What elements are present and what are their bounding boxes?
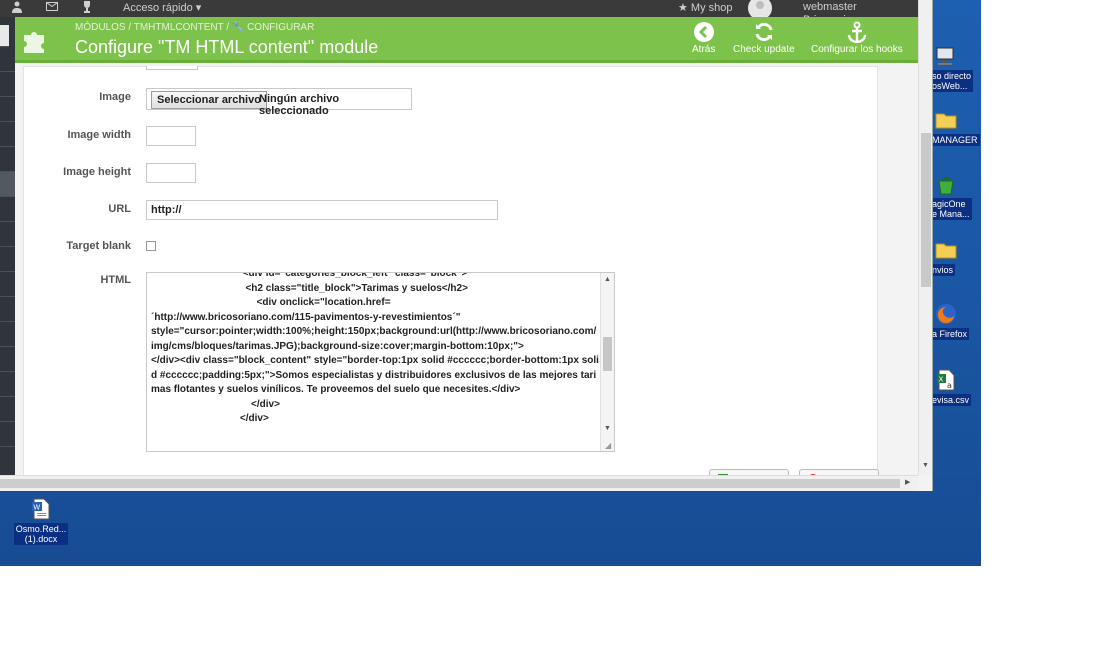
screen: so directo osWeb... MANAGER agicOne e Ma… (0, 0, 1100, 660)
html-textarea[interactable]: <div id="categories_block_left" class="b… (146, 272, 615, 452)
firefox-icon (936, 304, 956, 324)
desktop-icon-folder-manager[interactable]: MANAGER (930, 108, 980, 146)
html-textarea-content: <div id="categories_block_left" class="b… (151, 272, 599, 424)
url-label: URL (108, 203, 131, 215)
sidebar-item[interactable] (0, 122, 15, 147)
desktop-icon-label: MANAGER (930, 134, 980, 146)
form-row-image-height: Image height (24, 163, 879, 185)
folder-icon (935, 243, 957, 259)
network-shortcut-icon (936, 47, 954, 65)
back-button-label: Atrás (692, 44, 716, 55)
configure-hooks-button[interactable]: Configurar los hooks (811, 21, 903, 55)
breadcrumb[interactable]: MÓDULOS / TMHTMLCONTENT / 🔧 CONFIGURAR (75, 22, 314, 33)
resize-grip-icon[interactable]: ◢ (605, 441, 611, 450)
page-title: Configure "TM HTML content" module (75, 37, 379, 57)
sidebar-item[interactable] (0, 422, 15, 447)
trophy-icon[interactable] (82, 1, 92, 16)
textarea-scroll-thumb[interactable] (603, 337, 612, 371)
page-vertical-scrollbar[interactable]: ▼ (918, 0, 932, 475)
desktop-icon-shortcut[interactable]: so directo osWeb... (930, 44, 978, 92)
page-horizontal-scrollbar[interactable]: ▶ (0, 475, 918, 491)
desktop-icon-label: Osmo.Red... (1).docx (13, 523, 69, 545)
image-height-input[interactable] (146, 163, 196, 183)
horizontal-scroll-thumb[interactable] (0, 479, 900, 488)
browser-window: Acceso rápido ▾ ★ My shop webmaster Bric… (0, 0, 933, 491)
sidebar-item[interactable] (0, 297, 15, 322)
scroll-up-arrow-icon[interactable]: ▲ (604, 276, 611, 283)
user-icon[interactable] (12, 1, 22, 16)
magicone-app-icon (938, 177, 954, 195)
desktop-icon-label: a Firefox (930, 328, 970, 340)
module-config-panel: Image Seleccionar archivo Ningún archivo… (23, 66, 879, 475)
sidebar-item[interactable] (0, 372, 15, 397)
desktop-icon-magicone[interactable]: agicOne e Mana... (930, 172, 978, 220)
check-update-button[interactable]: Check update (733, 21, 795, 55)
my-shop-link[interactable]: ★ My shop (678, 1, 733, 14)
folder-icon (935, 113, 957, 129)
sidebar-item[interactable] (0, 72, 15, 97)
sidebar-item[interactable] (0, 197, 15, 222)
sidebar-item[interactable] (0, 222, 15, 247)
image-height-label: Image height (63, 166, 131, 178)
sidebar-item[interactable] (0, 172, 15, 197)
sidebar-item[interactable] (0, 397, 15, 422)
previous-field[interactable] (146, 66, 198, 70)
sidebar-toggle[interactable] (0, 25, 9, 47)
sidebar-item[interactable] (0, 97, 15, 122)
scroll-down-arrow-icon[interactable]: ▼ (604, 425, 611, 432)
arrow-left-circle-icon (693, 22, 714, 42)
sidebar-item[interactable] (0, 272, 15, 297)
puzzle-icon (24, 32, 44, 53)
desktop-icon-docx[interactable]: W Osmo.Red... (1).docx (10, 497, 72, 545)
html-label: HTML (100, 274, 131, 286)
check-update-label: Check update (733, 44, 795, 55)
image-file-input[interactable]: Seleccionar archivo Ningún archivo selec… (146, 88, 412, 117)
anchor-icon (847, 21, 867, 43)
page-scroll-thumb[interactable] (921, 133, 931, 287)
back-button[interactable]: Atrás (692, 21, 715, 55)
excel-file-icon: Xa (937, 369, 955, 391)
sidebar-item[interactable] (0, 247, 15, 272)
quick-access-menu[interactable]: Acceso rápido ▾ (123, 1, 201, 14)
admin-top-nav: Acceso rápido ▾ ★ My shop webmaster Bric… (0, 0, 918, 26)
refresh-icon (755, 22, 773, 42)
sidebar-item[interactable] (0, 147, 15, 172)
form-row-image: Image Seleccionar archivo Ningún archivo… (24, 88, 879, 117)
image-label: Image (99, 91, 131, 103)
target-blank-checkbox[interactable] (146, 241, 156, 251)
desktop-icon-label: so directo osWeb... (930, 70, 974, 92)
word-file-icon: W (32, 498, 50, 520)
form-row-image-width: Image width (24, 126, 879, 148)
form-row-url: URL http:// (24, 200, 879, 222)
sidebar-item[interactable] (0, 47, 15, 72)
image-width-input[interactable] (146, 126, 196, 146)
url-input[interactable]: http:// (146, 200, 498, 220)
content-area: Image Seleccionar archivo Ningún archivo… (15, 66, 918, 475)
scroll-right-arrow-icon[interactable]: ▶ (905, 478, 910, 486)
page-header: MÓDULOS / TMHTMLCONTENT / 🔧 CONFIGURAR C… (15, 17, 918, 63)
mail-icon[interactable] (46, 1, 58, 15)
form-row-target-blank: Target blank (24, 237, 879, 259)
admin-sidebar (0, 17, 15, 475)
scroll-down-arrow-icon[interactable]: ▼ (922, 462, 929, 469)
svg-text:a: a (947, 381, 952, 390)
sidebar-item[interactable] (0, 347, 15, 372)
file-status-text: Ningún archivo seleccionado (259, 93, 340, 117)
desktop-icon-firefox[interactable]: a Firefox (930, 302, 978, 340)
target-blank-label: Target blank (66, 240, 131, 252)
configure-hooks-label: Configurar los hooks (811, 44, 903, 55)
sidebar-item[interactable] (0, 322, 15, 347)
desktop-icon-folder-envios[interactable]: nvios (930, 238, 978, 276)
image-width-label: Image width (67, 129, 131, 141)
svg-text:X: X (939, 376, 944, 384)
desktop-icon-csv[interactable]: Xa evisa.csv (930, 368, 978, 406)
choose-file-button[interactable]: Seleccionar archivo (151, 91, 267, 109)
desktop-icon-label: evisa.csv (930, 394, 972, 406)
textarea-scrollbar[interactable]: ▲ ▼ ◢ (600, 273, 614, 451)
desktop-icon-label: agicOne e Mana... (930, 198, 972, 220)
svg-text:W: W (33, 504, 40, 512)
desktop-icon-label: nvios (930, 264, 956, 276)
